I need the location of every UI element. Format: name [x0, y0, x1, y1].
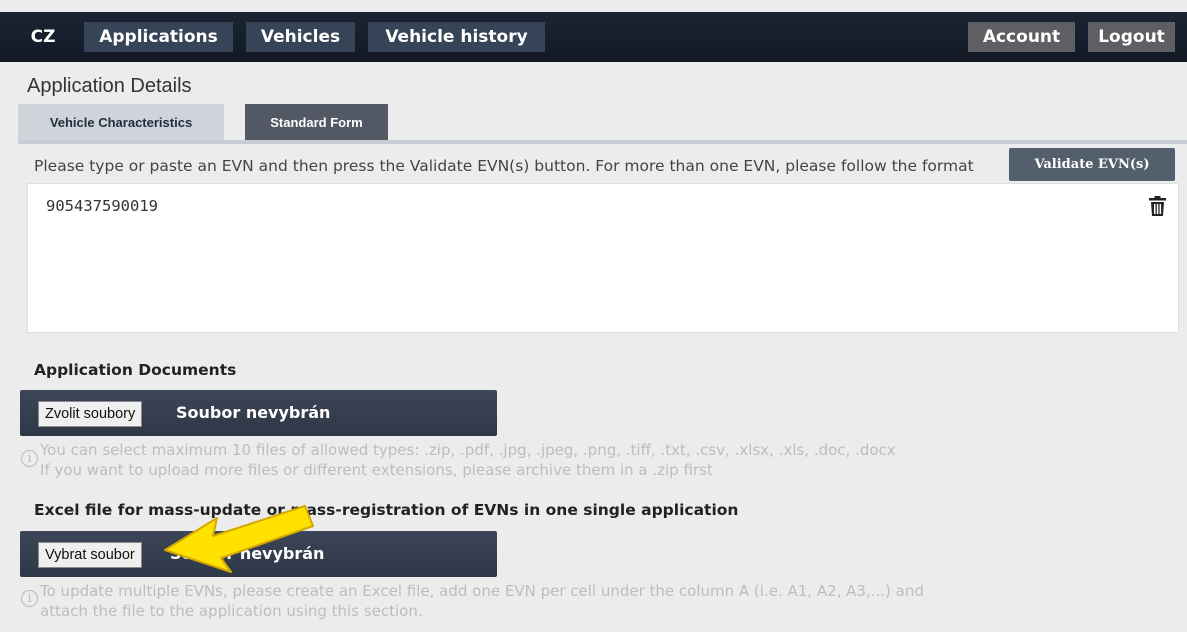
choose-excel-file-button[interactable]: Vybrat soubor	[38, 542, 142, 568]
country-selector[interactable]: CZ	[22, 22, 64, 52]
choose-files-button[interactable]: Zvolit soubory	[38, 401, 143, 427]
nav-applications[interactable]: Applications	[84, 22, 233, 52]
excel-help-line-1: To update multiple EVNs, please create a…	[40, 582, 924, 600]
tab-divider	[18, 140, 1187, 144]
documents-file-picker: Zvolit soubory Soubor nevybrán	[20, 390, 497, 436]
excel-heading: Excel file for mass-update or mass-regis…	[34, 501, 739, 519]
logout-button[interactable]: Logout	[1088, 22, 1175, 52]
validate-evn-button[interactable]: Validate EVN(s)	[1009, 148, 1175, 181]
top-navigation-bar: CZ Applications Vehicles Vehicle history…	[0, 12, 1187, 62]
nav-vehicles[interactable]: Vehicles	[246, 22, 355, 52]
highlight-arrow-icon	[164, 505, 314, 573]
nav-vehicle-history[interactable]: Vehicle history	[368, 22, 545, 52]
documents-heading: Application Documents	[34, 361, 237, 379]
evn-input[interactable]: 905437590019	[27, 183, 1179, 333]
documents-help-line-2: If you want to upload more files or diff…	[40, 461, 713, 479]
excel-help-line-2: attach the file to the application using…	[40, 602, 423, 620]
tab-standard-form[interactable]: Standard Form	[245, 104, 388, 141]
documents-help-line-1: You can select maximum 10 files of allow…	[40, 441, 896, 459]
trash-icon[interactable]	[1149, 196, 1166, 216]
evn-value: 905437590019	[46, 197, 158, 215]
documents-file-status: Soubor nevybrán	[176, 403, 331, 422]
tab-vehicle-characteristics[interactable]: Vehicle Characteristics	[18, 104, 224, 141]
page-title: Application Details	[27, 75, 192, 97]
info-icon: i	[21, 450, 38, 467]
info-icon: i	[21, 590, 38, 607]
account-button[interactable]: Account	[968, 22, 1075, 52]
